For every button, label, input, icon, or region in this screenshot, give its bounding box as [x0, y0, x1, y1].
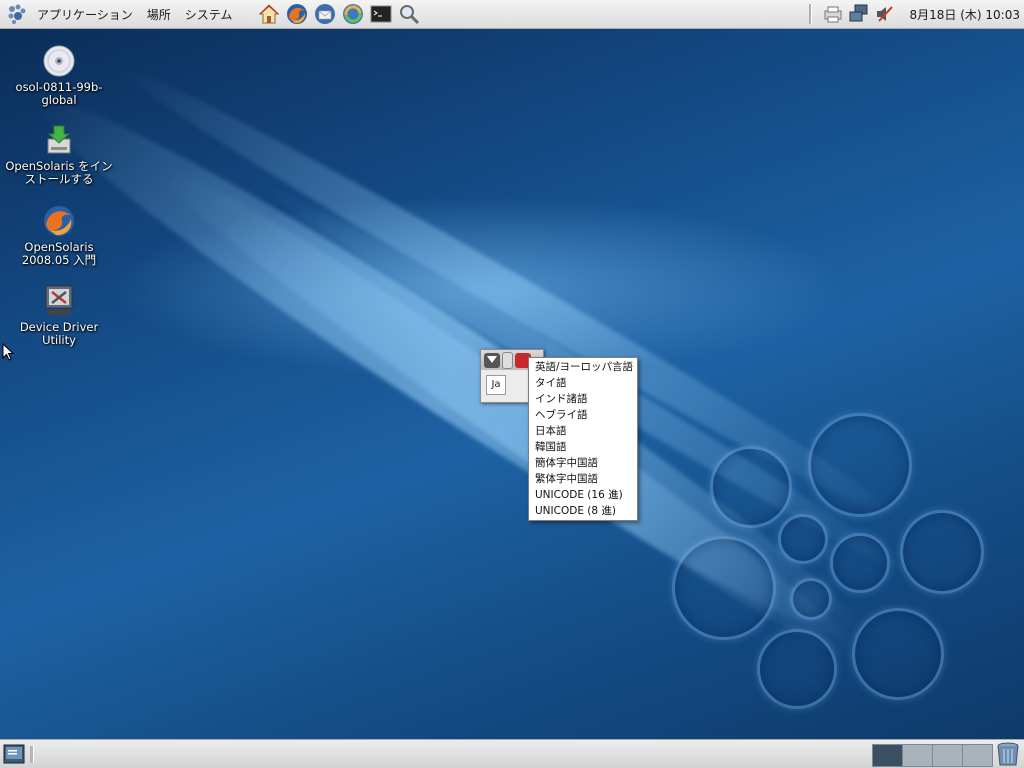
desktop-icon-device-driver[interactable]: Device Driver Utility — [4, 284, 114, 347]
desktop-icon-label: Device Driver Utility — [19, 320, 99, 347]
desktop-icon-label: OpenSolaris をインストールする — [5, 159, 113, 186]
wallpaper-ring — [778, 514, 828, 564]
workspace-2[interactable] — [902, 744, 933, 767]
workspace-1[interactable] — [872, 744, 903, 767]
top-panel: アプリケーション 場所 システム 8月18日 (木) 10:03 — [0, 0, 1024, 29]
wallpaper-ring — [808, 413, 912, 517]
desktop-icon-getting-started[interactable]: OpenSolaris 2008.05 入門 — [4, 204, 114, 267]
wallpaper-ring — [790, 578, 832, 620]
menu-item-thai[interactable]: タイ語 — [529, 375, 637, 391]
workspace-switcher — [872, 744, 993, 767]
desktop-icon-label: osol-0811-99b-global — [15, 80, 103, 107]
network-icon[interactable] — [848, 3, 870, 25]
device-driver-icon — [42, 284, 76, 318]
window-menu-button[interactable] — [484, 352, 500, 368]
language-menu: 英語/ヨーロッパ言語 タイ語 インド諸語 ヘブライ語 日本語 韓国語 簡体字中国… — [528, 357, 638, 521]
install-icon — [42, 123, 76, 157]
firefox-icon[interactable] — [285, 2, 309, 26]
gnome-foot-icon[interactable] — [4, 1, 30, 27]
menu-item-japanese[interactable]: 日本語 — [529, 423, 637, 439]
menu-item-traditional-chinese[interactable]: 繁体字中国語 — [529, 471, 637, 487]
wallpaper-ring — [852, 608, 944, 700]
workspace-4[interactable] — [962, 744, 993, 767]
maximize-button[interactable] — [502, 351, 513, 369]
wallpaper-streak — [110, 50, 910, 536]
bottom-panel — [0, 739, 1024, 768]
show-desktop-icon[interactable] — [3, 744, 25, 764]
panel-handle[interactable] — [30, 746, 34, 763]
menu-item-simplified-chinese[interactable]: 簡体字中国語 — [529, 455, 637, 471]
desktop-icon-label: OpenSolaris 2008.05 入門 — [21, 240, 97, 267]
desktop-icon-cd[interactable]: osol-0811-99b-global — [4, 44, 114, 107]
menu-item-korean[interactable]: 韓国語 — [529, 439, 637, 455]
volume-muted-icon[interactable] — [874, 3, 896, 25]
places-menu[interactable]: 場所 — [140, 0, 178, 28]
system-menu[interactable]: システム — [178, 0, 240, 28]
menu-item-unicode-hex[interactable]: UNICODE (16 進) — [529, 487, 637, 503]
applications-menu[interactable]: アプリケーション — [30, 0, 140, 28]
wallpaper-ring — [830, 533, 890, 593]
menu-item-unicode-octal[interactable]: UNICODE (8 進) — [529, 503, 637, 519]
menu-item-european[interactable]: 英語/ヨーロッパ言語 — [529, 359, 637, 375]
panel-separator — [808, 4, 812, 24]
wallpaper-ring — [757, 629, 837, 709]
menu-item-indic[interactable]: インド諸語 — [529, 391, 637, 407]
trash-icon[interactable] — [996, 742, 1020, 767]
wallpaper-ring — [900, 510, 984, 594]
workspace-3[interactable] — [932, 744, 963, 767]
wallpaper-ring — [710, 446, 792, 528]
desktop-icon-install[interactable]: OpenSolaris をインストールする — [4, 123, 114, 186]
thunderbird-icon[interactable] — [313, 2, 337, 26]
mouse-pointer-icon — [2, 342, 15, 361]
update-manager-icon[interactable] — [341, 2, 365, 26]
wallpaper-ring — [672, 536, 776, 640]
home-icon[interactable] — [257, 2, 281, 26]
firefox-icon — [42, 204, 76, 238]
clock[interactable]: 8月18日 (木) 10:03 — [898, 6, 1024, 23]
notification-area: 8月18日 (木) 10:03 — [795, 3, 1024, 25]
cd-disc-icon — [42, 44, 76, 78]
search-icon[interactable] — [397, 2, 421, 26]
network-printer-icon[interactable] — [822, 3, 844, 25]
terminal-icon[interactable] — [369, 2, 393, 26]
chevron-down-icon — [487, 356, 497, 363]
menu-item-hebrew[interactable]: ヘブライ語 — [529, 407, 637, 423]
input-mode-field[interactable]: Ja — [486, 375, 506, 395]
